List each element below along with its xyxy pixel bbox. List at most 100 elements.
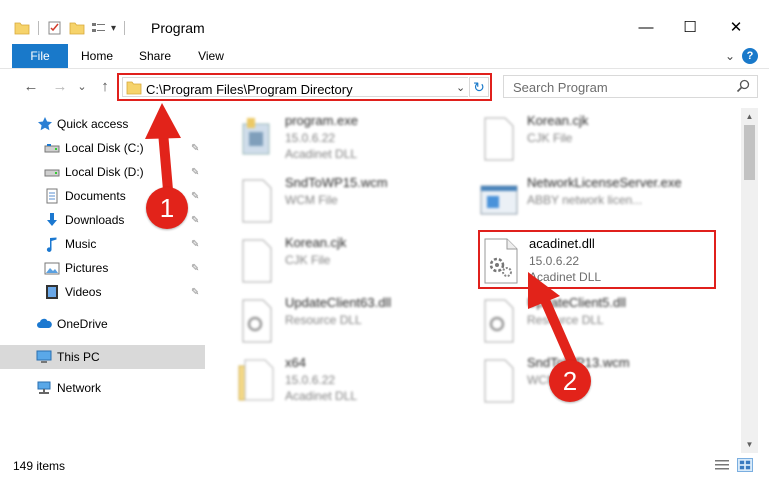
- details-view-icon[interactable]: [714, 458, 730, 472]
- highlight-box: [478, 230, 716, 289]
- exe-icon: [242, 118, 270, 155]
- file-type: Resource DLL: [285, 313, 362, 327]
- expand-ribbon-icon[interactable]: ⌄: [722, 44, 738, 68]
- tab-share[interactable]: Share: [134, 44, 176, 68]
- sidebar-item-music[interactable]: Music ✎: [0, 233, 205, 255]
- help-icon: ?: [746, 50, 754, 62]
- file-description: Acadinet DLL: [285, 147, 358, 161]
- window-app-icon: [480, 185, 518, 215]
- file-name: Korean.cjk: [527, 113, 589, 128]
- file-tile[interactable]: Korean.cjk CJK File: [477, 110, 717, 166]
- search-placeholder: Search Program: [513, 80, 608, 95]
- sidebar-item-label: Local Disk (D:): [65, 165, 144, 179]
- pin-icon[interactable]: ✎: [191, 287, 199, 298]
- sidebar-item-label: Network: [57, 381, 102, 395]
- dll-gear-icon: [484, 299, 514, 343]
- file-tile[interactable]: NetworkLicenseServer.exe ABBY network li…: [477, 172, 717, 228]
- properties-icon[interactable]: [47, 20, 63, 36]
- back-arrow-icon: ←: [23, 77, 39, 95]
- maximize-button[interactable]: ☐: [670, 14, 710, 40]
- file-tile[interactable]: UpdateClient5.dll Resource DLL: [477, 292, 717, 348]
- refresh-button[interactable]: ↻: [469, 77, 489, 97]
- maximize-icon: ☐: [683, 19, 697, 36]
- scroll-down-icon[interactable]: ▼: [741, 436, 758, 453]
- sidebar-item-this-pc[interactable]: This PC: [0, 345, 205, 369]
- blank-file-icon: [242, 179, 272, 223]
- file-description: Acadinet DLL: [285, 389, 358, 403]
- file-tile[interactable]: x64 15.0.6.22 Acadinet DLL: [235, 352, 475, 408]
- sidebar-item-label: OneDrive: [57, 317, 108, 331]
- folder-icon: [126, 81, 142, 95]
- file-version: 15.0.6.22: [285, 373, 336, 387]
- sidebar-item-label: This PC: [57, 350, 100, 364]
- cloud-icon: [37, 318, 52, 328]
- scroll-up-icon[interactable]: ▲: [741, 108, 758, 125]
- tiles-view-icon[interactable]: [737, 458, 753, 472]
- help-button[interactable]: ?: [742, 48, 758, 64]
- pin-icon[interactable]: ✎: [191, 143, 199, 154]
- pin-icon[interactable]: ✎: [191, 167, 199, 178]
- minimize-button[interactable]: —: [626, 14, 666, 40]
- pin-icon[interactable]: ✎: [191, 239, 199, 250]
- sidebar-item-local-disk-d[interactable]: Local Disk (D:) ✎: [0, 161, 205, 183]
- scrollbar-thumb[interactable]: [744, 125, 755, 180]
- documents-icon: [46, 188, 58, 204]
- recent-locations-button[interactable]: ⌄: [75, 76, 89, 96]
- file-name: program.exe: [285, 113, 358, 128]
- sidebar-item-local-disk-c[interactable]: Local Disk (C:) ✎: [0, 137, 205, 159]
- chevron-down-icon[interactable]: ⌄: [456, 81, 465, 94]
- pin-icon[interactable]: ✎: [191, 191, 199, 202]
- status-bar: 149 items: [0, 454, 769, 476]
- search-icon[interactable]: [735, 78, 751, 94]
- tab-view[interactable]: View: [191, 44, 231, 68]
- file-tile[interactable]: program.exe 15.0.6.22 Acadinet DLL: [235, 110, 475, 166]
- file-name: SndToWP15.wcm: [285, 175, 388, 190]
- customize-qa-icon[interactable]: ▾: [111, 23, 116, 34]
- title-bar: ▾ Program — ☐ ✕: [0, 0, 769, 44]
- file-type: WCM File: [285, 193, 338, 207]
- annotation-marker-1: 1: [146, 187, 188, 229]
- tab-home[interactable]: Home: [76, 44, 118, 68]
- up-arrow-icon: ↑: [101, 77, 109, 95]
- sidebar-item-videos[interactable]: Videos ✎: [0, 281, 205, 303]
- forward-button[interactable]: →: [50, 76, 70, 96]
- pin-icon[interactable]: ✎: [191, 215, 199, 226]
- address-bar[interactable]: C:\Program Files\Program Directory ⌄ ↻: [117, 73, 492, 101]
- sidebar-item-label: Documents: [65, 189, 126, 203]
- sidebar-item-pictures[interactable]: Pictures ✎: [0, 257, 205, 279]
- new-folder-icon[interactable]: [69, 20, 85, 36]
- toolbar-separator: [124, 21, 126, 35]
- sidebar-item-label: Videos: [65, 285, 102, 299]
- address-path[interactable]: C:\Program Files\Program Directory: [146, 82, 353, 97]
- blank-file-icon: [484, 359, 514, 403]
- address-field[interactable]: C:\Program Files\Program Directory ⌄: [122, 77, 468, 97]
- vertical-scrollbar[interactable]: ▲ ▼: [741, 108, 758, 453]
- close-icon: ✕: [729, 19, 743, 36]
- back-button[interactable]: ←: [21, 76, 41, 96]
- file-tile[interactable]: SndToWP15.wcm WCM File: [235, 172, 475, 228]
- tab-file[interactable]: File: [12, 44, 68, 68]
- file-description: ABBY network licen...: [527, 193, 643, 207]
- folder-icon[interactable]: [14, 20, 30, 36]
- quick-access-toolbar: ▾: [14, 18, 126, 38]
- view-list-icon[interactable]: [91, 20, 107, 36]
- sidebar-item-quick-access[interactable]: Quick access: [0, 113, 205, 135]
- toolbar-separator: [38, 21, 39, 35]
- sidebar-item-onedrive[interactable]: OneDrive: [0, 313, 205, 335]
- file-version: 15.0.6.22: [285, 131, 336, 145]
- forward-arrow-icon: →: [52, 77, 68, 95]
- file-tile[interactable]: Korean.cjk CJK File: [235, 232, 475, 288]
- sidebar-item-label: Local Disk (C:): [65, 141, 144, 155]
- file-tile[interactable]: SndToWP13.wcm WCM File: [477, 352, 717, 408]
- blank-file-icon: [484, 117, 514, 161]
- close-button[interactable]: ✕: [716, 14, 756, 40]
- file-tile[interactable]: UpdateClient63.dll Resource DLL: [235, 292, 475, 348]
- sidebar-item-label: Quick access: [57, 117, 129, 131]
- sidebar-item-network[interactable]: Network: [0, 377, 205, 399]
- window-title: Program: [151, 20, 205, 36]
- up-button[interactable]: ↑: [95, 76, 115, 96]
- search-input[interactable]: Search Program: [503, 75, 758, 98]
- pin-icon[interactable]: ✎: [191, 263, 199, 274]
- sidebar-item-label: Music: [65, 237, 97, 251]
- navigation-pane: Quick access Local Disk (C:) ✎ Local Dis…: [0, 108, 205, 448]
